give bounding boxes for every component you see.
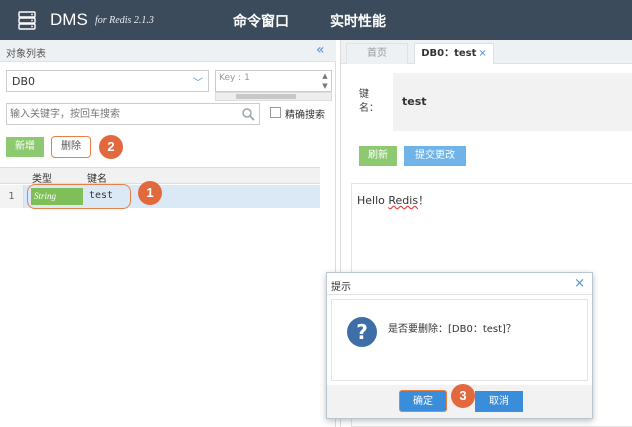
- tab-home-label: 首页: [367, 48, 387, 59]
- submit-changes-button[interactable]: 提交更改: [404, 146, 466, 166]
- search-box: [6, 103, 260, 125]
- column-type: 类型: [32, 174, 52, 185]
- key-count-stepper[interactable]: Key : 1 ▲ ▼: [215, 70, 332, 92]
- horizontal-scrollbar[interactable]: [215, 92, 332, 101]
- cancel-button[interactable]: 取消: [475, 391, 523, 412]
- add-button[interactable]: 新增: [6, 137, 44, 157]
- nav-command-window[interactable]: 命令窗口: [233, 11, 289, 31]
- exact-search-checkbox[interactable]: [270, 107, 281, 118]
- tab-close-icon[interactable]: ×: [478, 48, 486, 59]
- key-count-value: Key : 1: [219, 73, 250, 83]
- spin-down-icon[interactable]: ▼: [321, 82, 329, 91]
- dialog-message: 是否要删除：[DB0：test]？: [388, 324, 516, 335]
- nav-realtime-performance[interactable]: 实时性能: [330, 11, 386, 31]
- key-name-field: test: [393, 73, 632, 131]
- step-badge-1: 1: [138, 181, 162, 205]
- dialog-body: ? 是否要删除：[DB0：test]？: [331, 299, 588, 381]
- key-name-value: test: [402, 95, 427, 108]
- object-list-panel: 对象列表 « DB0 ﹀ Key : 1 ▲ ▼ 精确搜索 新增 删除 2 类型…: [0, 40, 336, 427]
- search-icon[interactable]: [241, 107, 255, 121]
- dialog-header: 提示 ×: [327, 273, 592, 295]
- chevron-down-icon: ﹀: [193, 78, 203, 89]
- type-string-badge: String: [31, 188, 83, 205]
- spin-up-icon[interactable]: ▲: [321, 72, 329, 81]
- panel-title: 对象列表: [6, 49, 46, 60]
- svg-text:?: ?: [356, 320, 368, 344]
- key-name-cell: test: [89, 190, 114, 201]
- exact-search-label: 精确搜索: [285, 110, 325, 121]
- database-select[interactable]: DB0 ﹀: [6, 70, 209, 92]
- tab-bar: 首页 DB0：test ×: [341, 40, 632, 64]
- delete-button[interactable]: 删除: [51, 136, 91, 158]
- database-select-value: DB0: [12, 75, 36, 88]
- tab-db0-test[interactable]: DB0：test ×: [414, 43, 494, 64]
- key-name-label: 键名：: [359, 89, 379, 114]
- row-number: 1: [0, 185, 24, 208]
- scrollbar-thumb[interactable]: [236, 94, 296, 99]
- database-logo-icon: [18, 11, 36, 30]
- step-badge-2: 2: [99, 135, 123, 159]
- key-name-row: 键名： test: [341, 73, 632, 131]
- app-version: for Redis 2.1.3: [95, 15, 154, 26]
- top-bar: DMS for Redis 2.1.3 命令窗口 实时性能: [0, 0, 632, 40]
- object-list-header: 对象列表 «: [0, 40, 336, 62]
- search-input[interactable]: [10, 106, 235, 122]
- refresh-button[interactable]: 刷新: [359, 146, 397, 166]
- close-icon[interactable]: ×: [574, 276, 585, 291]
- collapse-left-icon[interactable]: «: [316, 42, 325, 58]
- confirm-button[interactable]: 确定: [399, 390, 447, 412]
- app-name: DMS: [50, 10, 88, 29]
- question-icon: ?: [347, 317, 377, 347]
- value-text: Hello Redis！: [357, 194, 430, 207]
- dialog-title: 提示: [331, 282, 351, 293]
- tab-home[interactable]: 首页: [346, 43, 408, 64]
- step-badge-3: 3: [451, 384, 475, 408]
- tab-active-label: DB0：test: [421, 48, 477, 59]
- column-key-name: 键名: [87, 174, 107, 185]
- key-table-header: 类型 键名: [0, 167, 320, 185]
